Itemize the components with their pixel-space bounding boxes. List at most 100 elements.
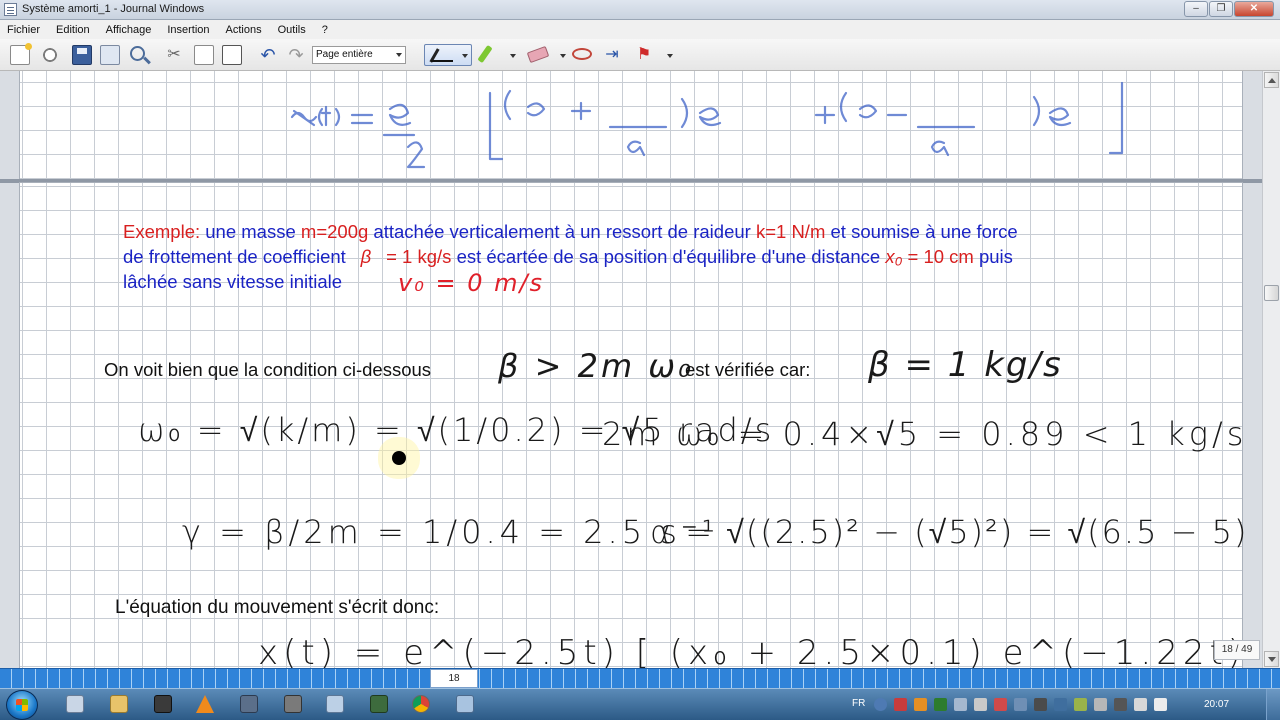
vertical-scrollbar[interactable] [1262,71,1280,668]
current-page-tab[interactable]: 18 [430,669,478,688]
handwritten-motion-equation: x(t) = e^(−2.5t) [ (x₀ + 2.5×0.1) e^(−1.… [258,633,1262,668]
network-icon[interactable] [1134,698,1147,711]
maximize-button[interactable]: ❐ [1209,1,1233,17]
clock[interactable]: 20:07 [1204,699,1229,710]
lasso-select-icon[interactable] [572,48,592,60]
x0-symbol: x₀ [885,246,903,267]
close-button[interactable]: ✕ [1234,1,1274,17]
scroll-up-arrow-icon[interactable] [1264,72,1279,88]
vlc-icon[interactable] [196,695,214,713]
taskbar-app-icon[interactable] [154,695,172,713]
handwritten-gamma-equation: γ = β/2m = 1/0.4 = 2.5 s⁻¹ [182,513,719,551]
chevron-down-icon[interactable] [560,54,566,58]
example-friction: = 1 kg/s [386,246,452,267]
example-text: une masse [205,221,296,242]
language-indicator[interactable]: FR [852,698,865,709]
tray-app-icon[interactable] [1034,698,1047,711]
undo-icon[interactable]: ↶ [258,45,278,65]
journal-app-icon [4,3,17,16]
copy-icon[interactable] [194,45,214,65]
tray-app-icon[interactable] [1094,698,1107,711]
example-line-1: Exemple: une masse m=200g attachée verti… [123,221,1018,243]
journal-taskbar-icon[interactable] [326,695,344,713]
example-distance: = 10 cm [907,246,974,267]
journal-window: Système amorti_1 - Journal Windows – ❐ ✕… [0,0,1280,720]
example-label: Exemple: [123,221,201,242]
start-button[interactable] [6,690,38,720]
windows-taskbar: FR 20:07 [0,688,1280,720]
example-stiffness: k=1 N/m [755,221,826,242]
highlighter-icon[interactable] [477,44,493,64]
tray-app-icon[interactable] [1014,698,1027,711]
tray-app-icon[interactable] [1054,698,1067,711]
example-text: est écartée de sa position d'équilibre d… [456,246,881,267]
tray-app-icon[interactable] [934,698,947,711]
pen-tool-button[interactable] [424,44,472,66]
taskbar-app-icon[interactable] [66,695,84,713]
save-icon[interactable] [72,45,92,65]
chevron-down-icon[interactable] [510,54,516,58]
taskbar-app-icon[interactable] [370,695,388,713]
example-line-2: de frottement de coefficient β = 1 kg/s … [123,246,1013,268]
menu-edition[interactable]: Edition [56,24,90,36]
menu-outils[interactable]: Outils [278,24,306,36]
minimize-button[interactable]: – [1184,1,1208,17]
handwritten-alpha-equation: α = √((2.5)² − (√5)²) = √(6.5 − 5) = 1.2… [650,513,1262,551]
menu-bar: Fichier Edition Affichage Insertion Acti… [0,20,1280,39]
menu-fichier[interactable]: Fichier [7,24,40,36]
page-previous [20,71,1242,179]
tray-app-icon[interactable] [894,698,907,711]
example-text: puis [978,246,1013,267]
chevron-down-icon [462,54,468,58]
menu-insertion[interactable]: Insertion [167,24,209,36]
example-text: attachée verticalement à un ressort de r… [373,221,751,242]
print-preview-icon[interactable] [100,45,120,65]
tray-app-icon[interactable] [994,698,1007,711]
title-bar: Système amorti_1 - Journal Windows – ❐ ✕ [0,0,1280,20]
handwritten-beta-value: β = 1 kg/s [868,345,1063,385]
open-icon[interactable] [40,45,60,65]
window-controls: – ❐ ✕ [1184,1,1274,17]
tray-app-icon[interactable] [974,698,987,711]
tray-app-icon[interactable] [954,698,967,711]
show-desktop-button[interactable] [1266,689,1280,720]
taskbar-app-icon[interactable] [284,695,302,713]
taskbar-app-icon[interactable] [456,695,474,713]
menu-help[interactable]: ? [322,24,328,36]
chevron-down-icon [396,53,402,57]
folder-icon[interactable] [110,695,128,713]
cut-icon[interactable]: ✂ [164,45,184,65]
tray-app-icon[interactable] [1114,698,1127,711]
handwritten-condition: β > 2m ω₀ [498,347,694,385]
zoom-select[interactable]: Page entière [312,46,406,64]
paste-icon[interactable] [222,45,242,65]
insert-space-icon[interactable]: ⇥ [602,45,622,65]
new-note-icon[interactable] [10,43,32,65]
tray-app-icon[interactable] [1074,698,1087,711]
eraser-icon[interactable] [526,45,550,64]
scroll-down-arrow-icon[interactable] [1264,651,1279,667]
taskbar-app-icon[interactable] [240,695,258,713]
scroll-thumb[interactable] [1264,285,1279,301]
handwritten-2m-omega: 2m ω₀ = 0.4×√5 = 0.89 < 1 kg/s [602,415,1248,453]
flag-icon[interactable]: ⚑ [634,45,654,65]
menu-actions[interactable]: Actions [226,24,262,36]
page-tab-bar[interactable]: 18 [0,668,1280,688]
condition-text: On voit bien que la condition ci-dessous [104,359,432,380]
search-icon[interactable] [130,46,145,61]
page-indicator: 18 / 49 [1214,640,1260,660]
verified-text: est vérifiée car: [685,359,811,380]
window-title: Système amorti_1 - Journal Windows [22,3,205,15]
menu-affichage[interactable]: Affichage [106,24,152,36]
zoom-value: Page entière [316,49,373,60]
toolbar: ✂ ↶ ↷ Page entière ⇥ ⚑ [0,39,1280,71]
volume-icon[interactable] [1154,698,1167,711]
help-icon[interactable] [874,698,887,711]
beta-symbol: β [360,246,372,267]
page-current: Exemple: une masse m=200g attachée verti… [20,183,1262,668]
redo-icon[interactable]: ↷ [286,45,306,65]
document-area[interactable]: Exemple: une masse m=200g attachée verti… [0,71,1262,668]
chrome-icon[interactable] [412,695,430,713]
chevron-down-icon[interactable] [667,54,673,58]
tray-app-icon[interactable] [914,698,927,711]
